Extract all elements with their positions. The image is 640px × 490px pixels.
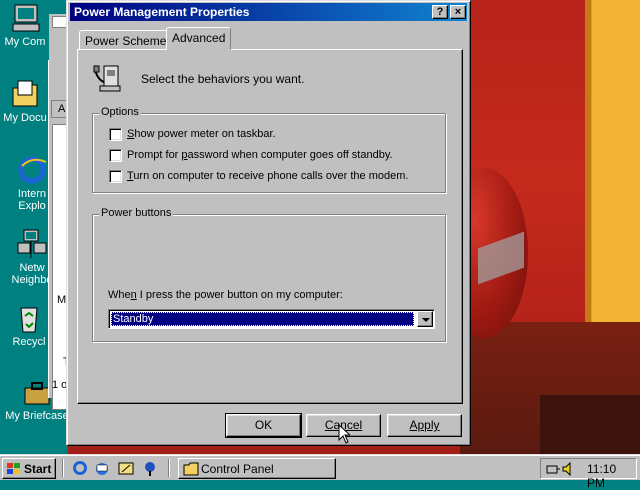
speaker-icon[interactable] [561,461,577,477]
show-power-meter-checkbox[interactable] [109,128,122,141]
advanced-tab-panel: Select the behaviors you want. Options S… [77,49,463,404]
bg-window-status: 1 o [52,379,68,391]
desktop-icon-label-line1: Netw [18,262,46,274]
control-panel-icon [183,462,199,476]
my-documents-icon [9,78,41,110]
desktop-icon-label: My Docu [2,112,48,124]
options-legend: Options [99,106,141,118]
title-bar[interactable]: Power Management Properties ? × [70,3,467,21]
desktop-icon-label: My Briefcase [4,410,70,422]
prompt-password-label[interactable]: Prompt for password when computer goes o… [127,149,393,161]
dialog-title: Power Management Properties [74,5,250,19]
internet-explorer-icon[interactable] [72,460,88,476]
desktop-icon-label-line1: Intern [16,188,48,200]
bg-window-text-a: A [58,103,66,115]
power-button-action-select[interactable]: Standby [108,309,435,329]
task-label: Control Panel [201,462,274,476]
power-buttons-group: Power buttons When I press the power but… [92,207,446,342]
outlook-express-icon[interactable] [94,460,110,476]
desktop-icon-label: My Com [3,36,47,48]
my-computer-icon [9,2,41,34]
wake-on-ring-label[interactable]: Turn on computer to receive phone calls … [127,170,408,182]
tab-label: Advanced [172,31,226,45]
desktop-icon-label-line2: Explo [17,200,47,212]
internet-explorer-icon [16,154,48,186]
network-neighborhood-icon [16,228,48,260]
power-buttons-legend: Power buttons [99,207,174,219]
wake-on-ring-checkbox[interactable] [109,170,122,183]
taskbar: Start Control Panel 11:10 PM [0,454,640,490]
clock[interactable]: 11:10 PM [587,462,636,490]
power-plug-icon [92,62,124,94]
options-group: Options Show power meter on taskbar. Pro… [92,106,446,193]
tab-label: Power Schemes [85,34,173,48]
windows-logo-icon [7,463,21,475]
recycle-bin-icon [13,302,45,334]
system-tray: 11:10 PM [540,458,637,490]
help-button[interactable]: ? [432,5,448,19]
start-label: Start [24,462,52,476]
header-text: Select the behaviors you want. [141,72,305,86]
channels-icon[interactable] [142,460,158,476]
tab-advanced[interactable]: Advanced [166,27,232,50]
power-button-label: When I press the power button on my comp… [108,289,343,301]
desktop-icon-label: Recycl [11,336,47,348]
ok-button[interactable]: OK [225,413,302,438]
taskbar-item-control-panel[interactable]: Control Panel [178,458,336,479]
show-power-meter-label[interactable]: Show power meter on taskbar. [127,128,276,140]
select-value: Standby [111,312,414,326]
prompt-password-checkbox[interactable] [109,149,122,162]
show-desktop-icon[interactable] [118,460,134,476]
apply-button[interactable]: Apply [387,414,462,437]
chevron-down-icon[interactable] [417,311,433,327]
mouse-cursor [338,423,352,447]
close-button[interactable]: × [450,5,466,19]
power-management-dialog: Power Management Properties ? × Power Sc… [66,0,471,446]
start-button[interactable]: Start [2,458,56,479]
bg-window-text-m: M [57,294,67,306]
tab-power-schemes[interactable]: Power Schemes [79,30,179,49]
power-plug-icon[interactable] [545,461,561,477]
